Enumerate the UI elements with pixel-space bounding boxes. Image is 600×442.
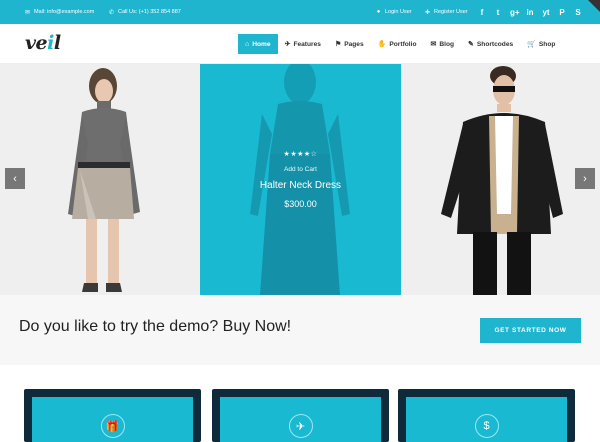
login-link[interactable]: ● Login User <box>375 0 412 24</box>
nav-shop-label: Shop <box>538 40 556 48</box>
wrench-icon: ✎ <box>468 41 474 48</box>
feature-cards: 🎁 ✈ $ <box>0 365 600 442</box>
cta-text: Do you like to try the demo? Buy Now! <box>19 318 292 335</box>
pinterest-icon[interactable]: P <box>558 8 566 17</box>
slide-woman-sweater[interactable] <box>0 64 200 295</box>
logo-text-main: ve <box>25 32 48 54</box>
nav-pages[interactable]: ⚑ Pages <box>328 34 371 54</box>
login-text: Login User <box>385 9 412 15</box>
logo-text-end: l <box>53 32 61 54</box>
nav-shortcodes-label: Shortcodes <box>476 40 514 48</box>
flag-icon: ⚑ <box>334 41 342 48</box>
woman-figure-image <box>0 64 200 295</box>
slider-prev-button[interactable]: ‹ <box>5 168 25 189</box>
main-nav: ⌂ Home ✈ Features ⚑ Pages ✋ Portfolio ✉ … <box>238 34 562 54</box>
thumbs-up-icon: ✋ <box>377 41 387 48</box>
gift-icon: 🎁 <box>100 414 125 438</box>
money-icon: $ <box>474 414 499 438</box>
slide-man-jacket[interactable] <box>401 64 600 295</box>
skype-icon[interactable]: S <box>574 8 582 17</box>
product-overlay: ★★★★☆ Add to Cart Halter Neck Dress $300… <box>200 64 401 295</box>
call-info[interactable]: ✆ Call Us: (+1) 352 854 887 <box>108 0 181 24</box>
product-name[interactable]: Halter Neck Dress <box>260 180 341 191</box>
chevron-right-icon: › <box>583 172 587 185</box>
feature-card[interactable]: 🎁 <box>24 389 201 442</box>
twitter-icon[interactable]: t <box>494 8 502 17</box>
register-link[interactable]: ✚ Register User <box>424 0 468 24</box>
phone-icon: ✆ <box>108 9 115 16</box>
social-links: f t g+ in yt P S <box>478 0 582 24</box>
nav-features[interactable]: ✈ Features <box>278 34 328 54</box>
youtube-icon[interactable]: yt <box>542 8 550 17</box>
get-started-button[interactable]: GET STARTED NOW <box>480 318 581 343</box>
call-text: Call Us: (+1) 352 854 887 <box>118 9 181 15</box>
logo-text-accent: i <box>47 32 54 54</box>
plane-icon: ✈ <box>284 41 291 48</box>
rating-stars: ★★★★☆ <box>283 151 318 158</box>
nav-shop[interactable]: 🛒 Shop <box>520 34 562 54</box>
product-slider: ★★★★☆ Add to Cart Halter Neck Dress $300… <box>0 64 600 295</box>
corner-ribbon[interactable] <box>588 0 600 12</box>
nav-blog-label: Blog <box>439 40 455 48</box>
nav-portfolio[interactable]: ✋ Portfolio <box>371 34 424 54</box>
nav-home[interactable]: ⌂ Home <box>238 34 278 54</box>
cart-icon: 🛒 <box>527 41 536 48</box>
feature-card[interactable]: $ <box>398 389 575 442</box>
envelope-icon: ✉ <box>24 9 31 16</box>
chevron-left-icon: ‹ <box>13 172 17 185</box>
slider-next-button[interactable]: › <box>575 168 595 189</box>
nav-home-label: Home <box>252 40 271 48</box>
logo[interactable]: veil <box>25 32 61 54</box>
google-plus-icon[interactable]: g+ <box>510 8 520 17</box>
top-bar: ✉ Mail: info@example.com ✆ Call Us: (+1)… <box>0 0 600 24</box>
site-header: veil ⌂ Home ✈ Features ⚑ Pages ✋ Portfol… <box>0 24 600 64</box>
user-plus-icon: ✚ <box>424 9 431 16</box>
facebook-icon[interactable]: f <box>478 8 486 17</box>
nav-features-label: Features <box>293 40 321 48</box>
home-icon: ⌂ <box>245 40 250 48</box>
nav-portfolio-label: Portfolio <box>389 40 417 48</box>
user-icon: ● <box>376 9 381 15</box>
nav-shortcodes[interactable]: ✎ Shortcodes <box>461 34 520 54</box>
mail-info[interactable]: ✉ Mail: info@example.com <box>24 0 94 24</box>
nav-blog[interactable]: ✉ Blog <box>423 34 461 54</box>
nav-pages-label: Pages <box>344 40 364 48</box>
plane-icon: ✈ <box>288 414 313 438</box>
feature-card[interactable]: ✈ <box>212 389 389 442</box>
product-price: $300.00 <box>284 199 317 209</box>
comment-icon: ✉ <box>430 41 437 48</box>
linkedin-icon[interactable]: in <box>526 8 534 17</box>
mail-text: Mail: info@example.com <box>34 9 95 15</box>
man-figure-image <box>401 64 600 295</box>
register-text: Register User <box>434 9 468 15</box>
add-to-cart-link[interactable]: Add to Cart <box>284 166 317 173</box>
cta-banner: Do you like to try the demo? Buy Now! GE… <box>0 295 600 365</box>
